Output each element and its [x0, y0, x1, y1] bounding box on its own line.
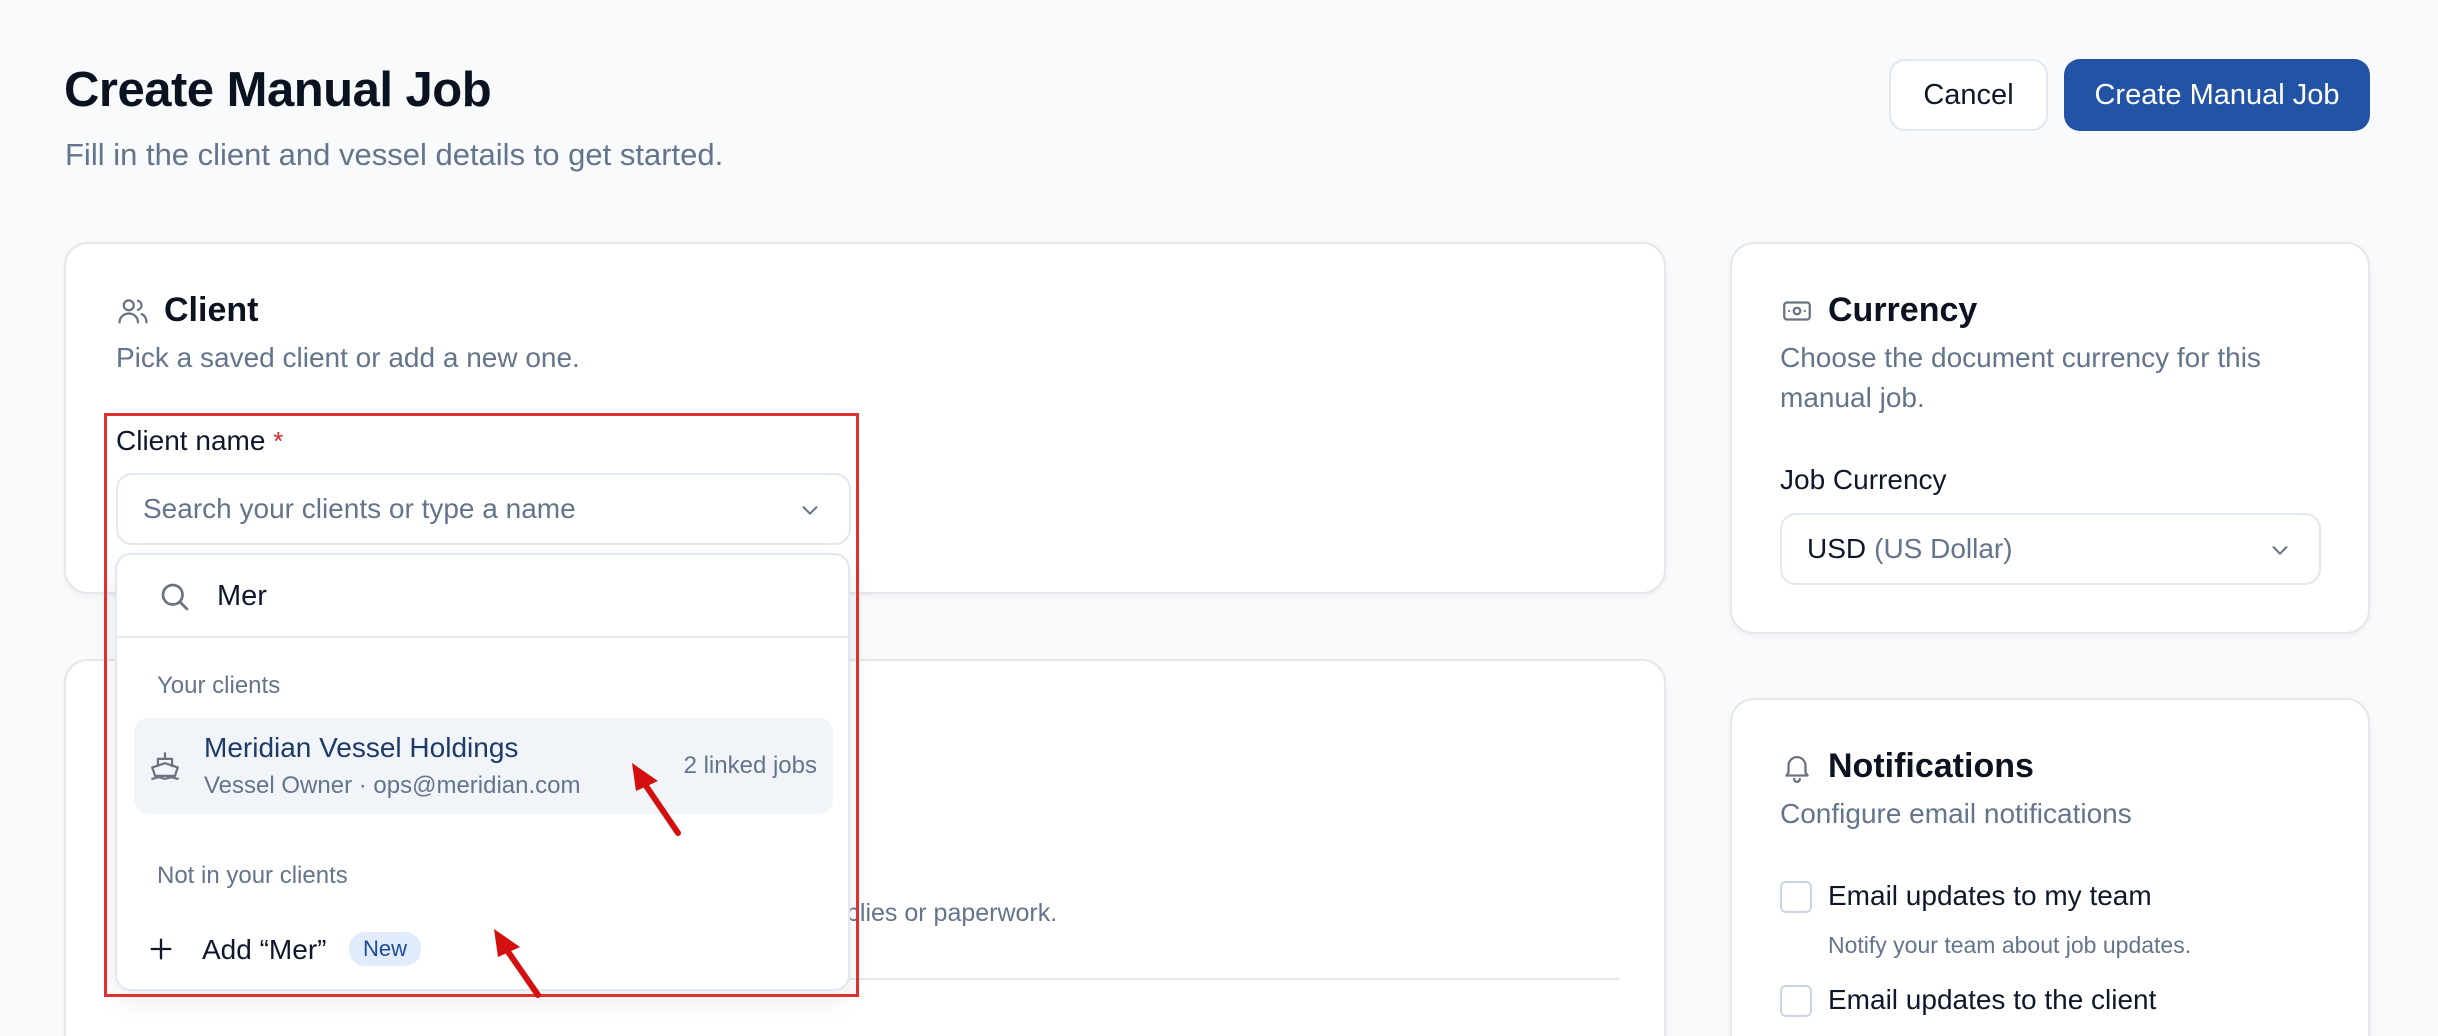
- currency-card: Currency Choose the document currency fo…: [1730, 242, 2370, 634]
- notifications-section-title: Notifications: [1828, 747, 2034, 785]
- page-title: Create Manual Job: [64, 63, 492, 117]
- annotation-highlight-box: [104, 413, 859, 997]
- banknote-icon: [1783, 301, 1811, 321]
- currency-section-description: Choose the document currency for this ma…: [1780, 342, 2261, 413]
- page-subtitle: Fill in the client and vessel details to…: [65, 137, 724, 172]
- notifications-section-description: Configure email notifications: [1780, 798, 2132, 829]
- email-team-checkbox[interactable]: [1780, 881, 1812, 913]
- cancel-button[interactable]: Cancel: [1889, 59, 2048, 131]
- job-currency-label: Job Currency: [1780, 464, 1947, 495]
- bell-icon: [1785, 756, 1809, 783]
- notifications-card: Notifications Configure email notificati…: [1730, 698, 2370, 1036]
- job-currency-select[interactable]: USD (US Dollar): [1780, 513, 2321, 585]
- email-team-label: Email updates to my team: [1828, 880, 2152, 911]
- email-client-label: Email updates to the client: [1828, 984, 2157, 1015]
- currency-code: USD: [1807, 533, 1867, 564]
- email-client-checkbox[interactable]: [1780, 985, 1812, 1017]
- annotation-arrow-icon: [632, 763, 681, 836]
- client-section-description: Pick a saved client or add a new one.: [116, 342, 580, 373]
- email-team-help: Notify your team about job updates.: [1828, 932, 2192, 958]
- chevron-down-icon: [2272, 546, 2288, 555]
- currency-section-title: Currency: [1828, 291, 1978, 329]
- vessel-card-partial-text: plies or paperwork.: [846, 899, 1058, 927]
- currency-name: (US Dollar): [1874, 533, 2013, 564]
- annotation-arrow-icon: [494, 929, 541, 998]
- users-icon: [118, 299, 148, 324]
- client-section-title: Client: [164, 291, 259, 329]
- create-manual-job-button[interactable]: Create Manual Job: [2064, 59, 2370, 131]
